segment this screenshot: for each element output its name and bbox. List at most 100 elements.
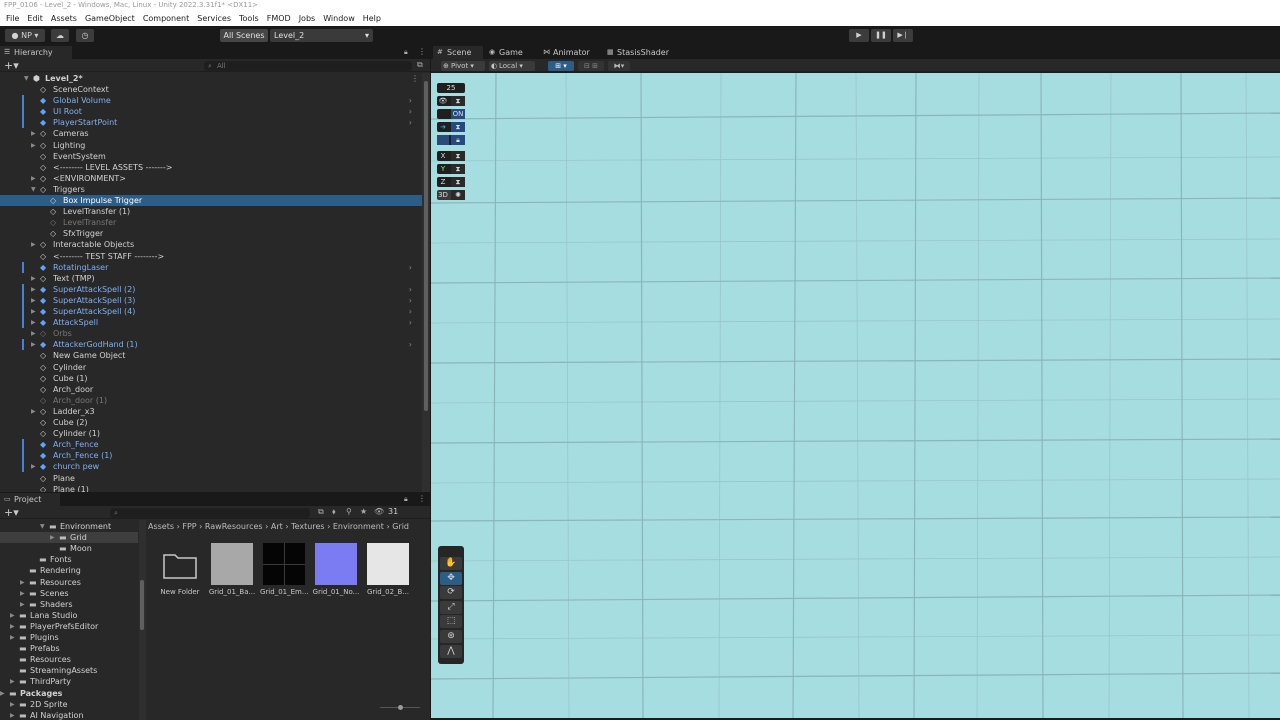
collapse-arrow-icon[interactable]: ▶ <box>31 295 39 306</box>
hierarchy-row[interactable]: ◇ Plane <box>0 473 422 484</box>
open-prefab-chevron-icon[interactable]: › <box>409 306 412 317</box>
project-folder-item[interactable]: ▶ ▬ Grid <box>0 532 138 544</box>
open-prefab-chevron-icon[interactable]: › <box>409 295 412 306</box>
scene-menu-icon[interactable]: ⋮ <box>411 73 419 84</box>
collapse-arrow-icon[interactable]: ▶ <box>31 173 39 184</box>
hierarchy-row[interactable]: ◇ Plane (1) <box>0 484 422 492</box>
more-icon[interactable]: ⋮ <box>418 47 426 56</box>
collapse-arrow-icon[interactable]: ▶ <box>31 406 39 417</box>
x-axis-toggle[interactable]: X ⧗ <box>437 151 465 161</box>
open-prefab-chevron-icon[interactable]: › <box>409 117 412 128</box>
menu-fmod[interactable]: FMOD <box>263 14 295 23</box>
hierarchy-row[interactable]: ◇ Box Impulse Trigger <box>0 195 422 206</box>
open-prefab-chevron-icon[interactable]: › <box>409 339 412 350</box>
project-folder-item[interactable]: ▬ Fonts <box>0 554 138 565</box>
menu-file[interactable]: File <box>2 14 23 23</box>
hierarchy-row[interactable]: ◇ Cylinder <box>0 362 422 373</box>
menu-jobs[interactable]: Jobs <box>295 14 320 23</box>
project-folder-item[interactable]: ▬ Prefabs <box>0 643 138 654</box>
scene-select[interactable]: Level_2 ▾ <box>270 29 373 42</box>
hierarchy-row[interactable]: ◆ UI Root › <box>0 106 422 118</box>
pause-button[interactable]: ❚❚ <box>871 29 891 42</box>
hierarchy-row[interactable]: ◆ Global Volume › <box>0 95 422 107</box>
collapse-arrow-icon[interactable]: ▶ <box>31 339 39 350</box>
hierarchy-row[interactable]: ▶ ◇ Lighting <box>0 140 422 151</box>
collapse-arrow-icon[interactable]: ▶ <box>10 621 15 632</box>
all-scenes-button[interactable]: All Scenes <box>220 29 268 42</box>
tab-scene[interactable]: # Scene <box>433 46 483 59</box>
project-folder-item[interactable]: ▼ ▬ Environment <box>0 521 138 532</box>
hierarchy-row[interactable]: ◇ LevelTransfer <box>0 217 422 228</box>
collapse-arrow-icon[interactable]: ▶ <box>31 306 39 317</box>
add-icon[interactable]: +▾ <box>4 59 19 72</box>
collapse-arrow-icon[interactable]: ▶ <box>31 239 39 250</box>
hierarchy-row[interactable]: ◇ SceneContext <box>0 84 422 95</box>
y-axis-toggle[interactable]: Y ⧗ <box>437 164 465 174</box>
menu-help[interactable]: Help <box>359 14 385 23</box>
hierarchy-row[interactable]: ◆ RotatingLaser › <box>0 261 422 273</box>
on-toggle[interactable]: ON <box>437 109 465 119</box>
custom-tool-button[interactable]: ⋀ <box>440 644 462 658</box>
hierarchy-scrollbar[interactable] <box>422 73 430 492</box>
project-tree-scroll-thumb[interactable] <box>140 580 144 630</box>
project-folder-item[interactable]: ▬ Resources <box>0 654 138 665</box>
project-folder-item[interactable]: ▶ ▬ Scenes <box>0 588 138 599</box>
local-select[interactable]: ◐ Local ▾ <box>489 61 535 71</box>
project-folder-item[interactable]: ▶ ▬ Lana Studio <box>0 610 138 621</box>
snap-distance-chip[interactable]: 25 <box>437 83 465 93</box>
rect-tool-button[interactable]: ⬚ <box>440 615 462 629</box>
play-button[interactable]: ▶ <box>849 29 869 42</box>
collapse-arrow-icon[interactable]: ▶ <box>10 699 15 710</box>
step-button[interactable]: ▶❘ <box>893 29 913 42</box>
tab-game[interactable]: ◉ Game <box>485 46 537 59</box>
hierarchy-row[interactable]: ▶ ◇ Cameras <box>0 128 422 139</box>
collapse-arrow-icon[interactable]: ▶ <box>31 328 39 339</box>
collapse-arrow-icon[interactable]: ▶ <box>50 532 55 543</box>
asset-tile[interactable]: Grid_02_B... <box>367 543 409 596</box>
collapse-arrow-icon[interactable]: ▶ <box>10 710 15 720</box>
collapse-arrow-icon[interactable]: ▶ <box>10 632 15 643</box>
hierarchy-row[interactable]: ▶ ◆ SuperAttackSpell (2) › <box>0 283 422 295</box>
menu-gameobject[interactable]: GameObject <box>81 14 139 23</box>
hierarchy-row[interactable]: ◇ Cylinder (1) <box>0 428 422 439</box>
add-icon[interactable]: +▾ <box>4 506 19 519</box>
menu-services[interactable]: Services <box>193 14 235 23</box>
breadcrumb-item[interactable]: Environment <box>333 522 384 531</box>
hierarchy-row[interactable]: ◇ <-------- TEST STAFF --------> <box>0 251 422 262</box>
hierarchy-row[interactable]: ◇ SfxTrigger <box>0 228 422 239</box>
hand-tool-button[interactable]: ✋ <box>440 557 462 570</box>
collapse-arrow-icon[interactable]: ▶ <box>31 140 39 151</box>
collapse-arrow-icon[interactable]: ▶ <box>20 588 25 599</box>
hierarchy-row[interactable]: ◇ New Game Object <box>0 350 422 361</box>
asset-tile[interactable]: Grid_01_Ba... <box>209 543 255 596</box>
project-search-input[interactable]: ⌕ <box>110 508 310 518</box>
asset-tile[interactable]: New Folder <box>159 543 201 596</box>
collapse-arrow-icon[interactable]: ▶ <box>31 273 39 284</box>
filter-type-icon[interactable]: ⧉ <box>318 507 324 517</box>
z-axis-toggle[interactable]: Z ⧗ <box>437 177 465 187</box>
hierarchy-row[interactable]: ▶ ◇ Orbs <box>0 328 422 339</box>
open-prefab-chevron-icon[interactable]: › <box>409 95 412 106</box>
project-folder-item[interactable]: ▶ ▬ ThirdParty <box>0 676 138 687</box>
scale-tool-button[interactable]: ⤢ <box>440 600 462 614</box>
hierarchy-row[interactable]: ◇ <-------- LEVEL ASSETS -------> <box>0 162 422 173</box>
tab-project[interactable]: ▭ Project <box>0 493 60 506</box>
breadcrumb-item[interactable]: Textures <box>291 522 324 531</box>
hierarchy-row[interactable]: ▶ ◇ Text (TMP) <box>0 273 422 284</box>
hierarchy-search-input[interactable]: ⌕ All <box>204 61 412 71</box>
scene-header-row[interactable]: ▼ ⬢ Level_2* ⋮ <box>0 73 430 84</box>
hierarchy-row[interactable]: ▶ ◇ Interactable Objects <box>0 239 422 250</box>
collab-button[interactable]: ◷ <box>76 29 94 42</box>
collapse-arrow-icon[interactable]: ▶ <box>20 577 25 588</box>
more-icon[interactable]: ⋮ <box>418 494 426 503</box>
asset-tile[interactable]: Grid_01_No... <box>313 543 359 596</box>
breadcrumb-item[interactable]: Art <box>271 522 283 531</box>
breadcrumb-item[interactable]: Grid <box>392 522 409 531</box>
menu-tools[interactable]: Tools <box>235 14 263 23</box>
project-folder-item[interactable]: ▶ ▬ Resources <box>0 577 138 588</box>
menu-edit[interactable]: Edit <box>23 14 47 23</box>
hierarchy-row[interactable]: ▼ ◇ Triggers <box>0 184 422 195</box>
project-tree-scrollbar[interactable] <box>139 520 146 720</box>
asset-tile[interactable]: Grid_01_Em... <box>260 543 308 596</box>
pivot-select[interactable]: ⊕ Pivot ▾ <box>441 61 485 71</box>
